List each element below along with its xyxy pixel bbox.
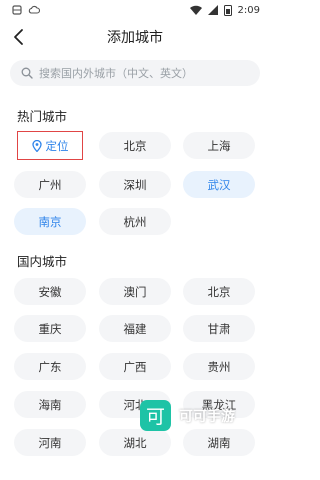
hot-city-chip-active[interactable]: 武汉 (183, 171, 255, 198)
watermark-logo-icon: 可 (140, 400, 171, 431)
hot-city-chip[interactable]: 杭州 (99, 208, 171, 235)
status-left (12, 5, 40, 15)
search-icon (21, 67, 33, 79)
signal-icon (207, 5, 218, 15)
province-chip[interactable]: 广西 (99, 353, 171, 380)
province-chip[interactable]: 重庆 (14, 315, 86, 342)
province-chip[interactable]: 广东 (14, 353, 86, 380)
province-chip[interactable]: 贵州 (183, 353, 255, 380)
notification-icon (12, 5, 22, 15)
province-chip[interactable]: 安徽 (14, 278, 86, 305)
status-time: 2:09 (237, 4, 260, 16)
province-chip[interactable]: 北京 (183, 278, 255, 305)
hot-city-chip[interactable]: 广州 (14, 171, 86, 198)
province-chip[interactable]: 湖南 (183, 429, 255, 456)
locate-button[interactable]: 定位 (17, 131, 83, 160)
province-chip[interactable]: 甘肃 (183, 315, 255, 342)
province-chip[interactable]: 海南 (14, 391, 86, 418)
locate-label: 定位 (45, 138, 69, 153)
hot-city-chip[interactable]: 深圳 (99, 171, 171, 198)
hot-city-chip[interactable]: 上海 (183, 132, 255, 159)
wifi-icon (189, 5, 202, 15)
watermark: 可 可可手游 (140, 400, 235, 431)
back-arrow-icon[interactable] (10, 25, 30, 49)
status-right: 2:09 (189, 4, 260, 16)
battery-icon (223, 4, 232, 16)
page-title: 添加城市 (107, 30, 163, 46)
province-chip[interactable]: 福建 (99, 315, 171, 342)
cloud-icon (28, 5, 40, 14)
status-bar: 2:09 (0, 0, 270, 20)
province-chip[interactable]: 澳门 (99, 278, 171, 305)
search-input[interactable] (39, 66, 249, 80)
location-pin-icon (31, 139, 42, 152)
watermark-text: 可可手游 (179, 408, 235, 425)
domestic-cities-title: 国内城市 (17, 254, 68, 269)
header: 添加城市 (0, 22, 270, 52)
search-bar[interactable] (10, 60, 260, 86)
hot-city-chip[interactable]: 北京 (99, 132, 171, 159)
province-chip[interactable]: 湖北 (99, 429, 171, 456)
province-chip[interactable]: 河南 (14, 429, 86, 456)
hot-city-chip-active[interactable]: 南京 (14, 208, 86, 235)
hot-cities-title: 热门城市 (17, 109, 68, 124)
